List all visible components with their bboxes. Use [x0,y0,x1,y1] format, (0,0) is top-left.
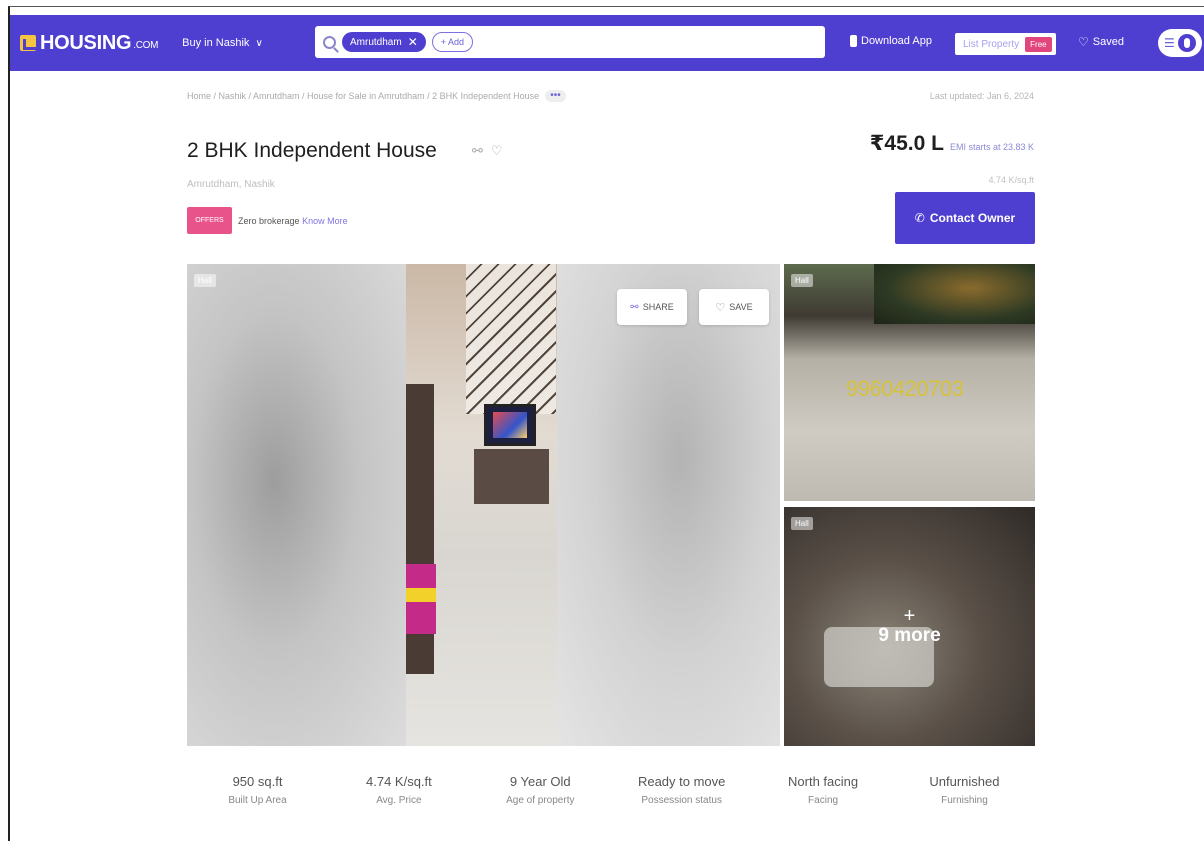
page-title: 2 BHK Independent House [187,139,437,162]
chip-label: Amrutdham [350,36,402,48]
blurred-photo-right [557,264,780,746]
heart-outline-icon[interactable]: ♡ [491,143,503,159]
stat-label: Built Up Area [228,795,287,806]
top-nav-bar: HOUSING .COM Buy in Nashik ∨ Amrutdham ✕… [10,15,1204,71]
side-photo-bottom[interactable]: Hall + 9 more [784,507,1035,746]
download-app-label: Download App [861,35,932,47]
offers-text: Zero brokerage Know More [238,216,348,226]
housing-logo[interactable]: HOUSING .COM [20,32,158,55]
stat-possession: Ready to move Possession status [611,774,752,806]
stat-label: Age of property [506,795,575,806]
stat-age: 9 Year Old Age of property [470,774,611,806]
house-logo-icon [20,35,36,51]
staircase [466,264,556,414]
stat-furnishing: Unfurnished Furnishing [894,774,1035,806]
profile-menu-button[interactable]: ☰ [1158,29,1202,57]
search-icon [323,35,336,49]
avatar [1178,34,1196,52]
blurred-photo-left [187,264,406,746]
contact-owner-label: Contact Owner [929,211,1016,225]
contact-owner-button[interactable]: ✆ Contact Owner [895,192,1035,244]
price-block: ₹45.0 L EMI starts at 23.83 K [870,131,1034,156]
offers-badge: OFFERS [187,207,232,234]
breadcrumb-more-button[interactable]: ••• [545,90,566,102]
phone-call-icon: ✆ [914,211,925,225]
property-stats: 950 sq.ft Built Up Area 4.74 K/sq.ft Avg… [187,774,1035,806]
breadcrumb: Home / Nashik / Amrutdham / House for Sa… [187,90,566,102]
price-value: ₹45.0 L [869,132,944,155]
stat-value: 950 sq.ft [232,774,283,789]
share-icon: ⚯ [630,301,639,313]
save-button[interactable]: ♡ SAVE [699,289,769,325]
city-selector[interactable]: Buy in Nashik ∨ [182,37,263,49]
stat-value: Ready to move [637,774,726,789]
offers-row: OFFERS Zero brokerage Know More [187,207,348,234]
offers-description: Zero brokerage [238,215,300,226]
search-bar[interactable]: Amrutdham ✕ + Add [315,26,825,58]
city-label: Buy in Nashik [182,37,250,49]
heart-outline-icon: ♡ [1078,35,1089,49]
chevron-down-icon: ∨ [255,37,263,49]
stat-built-up-area: 950 sq.ft Built Up Area [187,774,328,806]
stat-label: Furnishing [941,795,988,806]
more-photos-overlay[interactable]: + 9 more [784,507,1035,746]
breadcrumb-path[interactable]: Home / Nashik / Amrutdham / House for Sa… [187,91,539,101]
save-label: SAVE [729,302,753,312]
stat-label: Facing [808,795,839,806]
know-more-link[interactable]: Know More [302,216,348,226]
page-frame: HOUSING .COM Buy in Nashik ∨ Amrutdham ✕… [8,6,1204,841]
list-property-button[interactable]: List Property Free [955,33,1056,55]
stat-label: Possession status [641,795,722,806]
emi-link[interactable]: EMI starts at 23.83 K [950,142,1034,152]
share-label: SHARE [642,302,674,312]
logo-suffix: .COM [133,39,159,51]
stat-value: North facing [788,774,859,789]
hall-photo-center [406,264,557,746]
main-photo[interactable]: Hall ⚯ SHARE ♡ SAVE [187,264,780,746]
logo-text: HOUSING [40,31,132,54]
stat-facing: North facing Facing [753,774,894,806]
plus-icon: + [903,604,916,627]
stat-value: 4.74 K/sq.ft [366,774,432,789]
photo-tag: Hall [194,274,216,287]
saved-label: Saved [1092,36,1124,48]
hamburger-menu-icon: ☰ [1164,36,1175,50]
heart-outline-icon: ♡ [715,301,726,314]
television [484,404,536,446]
side-photo-top[interactable]: Hall 9960420703 [784,264,1035,501]
more-photos-label: 9 more [878,624,941,646]
last-updated: Last updated: Jan 6, 2024 [929,91,1034,101]
search-chip-amrutdham[interactable]: Amrutdham ✕ [342,32,426,52]
photo-tag: Hall [791,274,813,287]
list-property-label: List Property [963,38,1020,50]
close-icon[interactable]: ✕ [408,35,418,49]
pink-stool [406,564,436,634]
download-app-link[interactable]: Download App [850,35,932,47]
stat-avg-price: 4.74 K/sq.ft Avg. Price [328,774,469,806]
phone-icon [850,35,857,47]
stat-value: 9 Year Old [509,774,571,789]
share-button[interactable]: ⚯ SHARE [617,289,687,325]
add-locality-button[interactable]: + Add [431,32,474,52]
tv-stand [474,449,549,504]
saved-link[interactable]: ♡ Saved [1078,35,1124,49]
share-icon[interactable]: ⚯ [472,143,483,159]
photo-watermark: 9960420703 [846,376,964,401]
free-badge: Free [1025,36,1052,52]
listing-location: Amrutdham, Nashik [187,179,275,190]
stat-label: Avg. Price [376,795,422,806]
price-per-sqft: 4.74 K/sq.ft [988,175,1034,185]
title-actions: ⚯ ♡ [472,143,503,159]
stat-value: Unfurnished [929,774,1000,789]
